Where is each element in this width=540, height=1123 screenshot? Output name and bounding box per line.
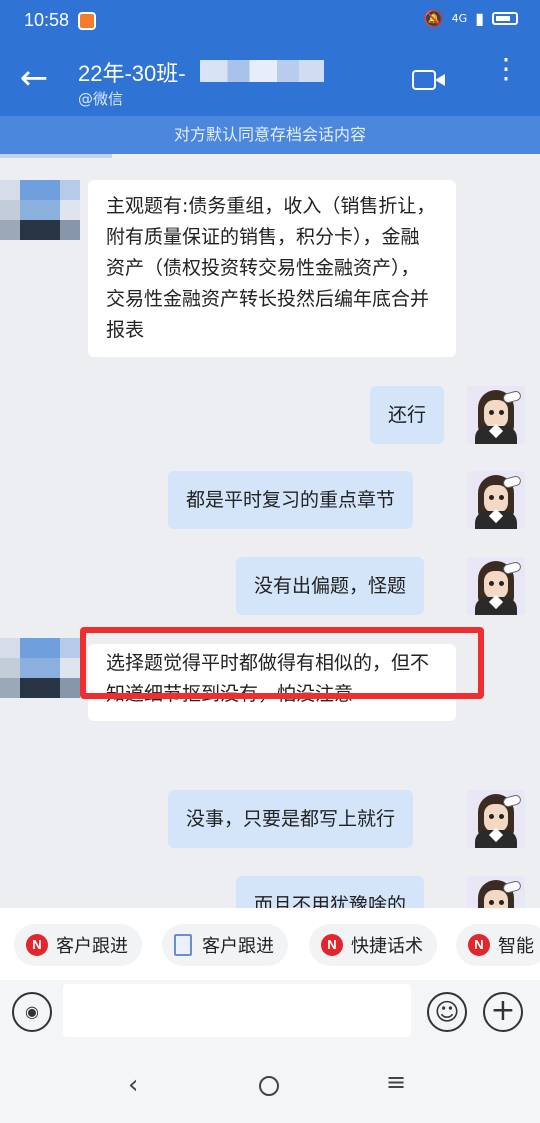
- plus-icon[interactable]: +: [483, 992, 523, 1032]
- video-call-icon[interactable]: [412, 68, 448, 92]
- document-icon: [174, 934, 192, 956]
- message-bubble-outgoing[interactable]: 没有出偏题，怪题: [236, 557, 425, 615]
- system-nav-bar: ‹ ≡: [0, 1050, 540, 1123]
- message-bubble-outgoing[interactable]: 而且不用犹豫啥的: [236, 876, 425, 908]
- back-arrow-icon[interactable]: ←: [14, 60, 54, 100]
- nav-back-icon[interactable]: ‹: [128, 1070, 138, 1100]
- quick-actions-bar: N 客户跟进 客户跟进 N 快捷话术 N 智能: [0, 908, 540, 980]
- brand-logo-icon: N: [468, 934, 490, 956]
- status-time: 10:58: [24, 10, 70, 30]
- contact-avatar-pixelated[interactable]: [0, 638, 80, 698]
- input-bar: ◉ ☺ +: [0, 980, 540, 1050]
- video-camera-lens: [435, 74, 445, 86]
- red-highlight-annotation: [80, 627, 484, 699]
- more-options-icon[interactable]: ⋮: [492, 55, 520, 96]
- mute-bell-icon: 🔕: [423, 9, 444, 28]
- chip-label: 智能: [498, 936, 534, 957]
- my-avatar[interactable]: [467, 876, 525, 908]
- previous-message-edge: [0, 154, 112, 158]
- voice-input-icon[interactable]: ◉: [12, 992, 52, 1032]
- chat-header: ← 22年-30班- @微信 ⋮: [0, 44, 540, 116]
- nav-home-icon[interactable]: [259, 1076, 279, 1096]
- quick-action-quick-replies[interactable]: N 快捷话术: [309, 924, 437, 966]
- my-avatar[interactable]: [467, 790, 525, 848]
- quick-action-customer-follow[interactable]: N 客户跟进: [14, 924, 142, 966]
- status-bar: 10:58 🔕 4G ▮: [0, 0, 540, 44]
- message-bubble-outgoing[interactable]: 都是平时复习的重点章节: [168, 471, 414, 529]
- quick-action-smart[interactable]: N 智能: [456, 924, 540, 966]
- nav-menu-icon[interactable]: ≡: [386, 1068, 406, 1096]
- chip-label: 客户跟进: [56, 936, 128, 957]
- signal-icon: 4G: [451, 12, 468, 25]
- app-notification-icon: [78, 12, 96, 30]
- quick-action-customer-follow-doc[interactable]: 客户跟进: [162, 924, 288, 966]
- message-bubble-outgoing[interactable]: 还行: [370, 386, 445, 444]
- emoji-icon[interactable]: ☺: [427, 992, 467, 1032]
- redacted-title-pixelation: [200, 60, 324, 82]
- my-avatar[interactable]: [467, 386, 525, 444]
- video-camera-body: [412, 70, 436, 90]
- chat-messages[interactable]: 主观题有:债务重组，收入（销售折让，附有质量保证的销售，积分卡），金融资产（债权…: [0, 154, 540, 908]
- contact-avatar-pixelated[interactable]: [0, 180, 80, 240]
- archive-notice: 对方默认同意存档会话内容: [0, 116, 540, 154]
- chip-label: 客户跟进: [202, 936, 274, 957]
- cellular-bars-icon: ▮: [475, 9, 484, 28]
- message-bubble-incoming[interactable]: 主观题有:债务重组，收入（销售折让，附有质量保证的销售，积分卡），金融资产（债权…: [88, 180, 456, 357]
- my-avatar[interactable]: [467, 557, 525, 615]
- my-avatar[interactable]: [467, 471, 525, 529]
- brand-logo-icon: N: [321, 934, 343, 956]
- battery-icon: [492, 12, 518, 25]
- message-bubble-outgoing[interactable]: 没事，只要是都写上就行: [168, 790, 414, 848]
- chat-subtitle: @微信: [78, 90, 124, 108]
- brand-logo-icon: N: [26, 934, 48, 956]
- status-indicators: 🔕 4G ▮: [424, 9, 518, 28]
- message-input[interactable]: [63, 984, 411, 1037]
- chat-title: 22年-30班-: [78, 61, 186, 86]
- chip-label: 快捷话术: [351, 936, 423, 957]
